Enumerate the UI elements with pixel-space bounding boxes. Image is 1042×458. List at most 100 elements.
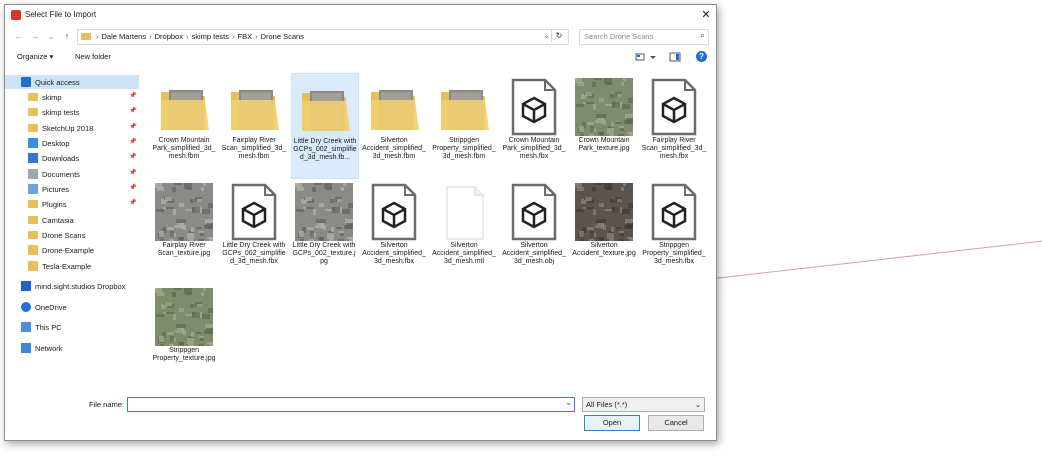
pin-icon: 📌 <box>129 93 137 99</box>
breadcrumb-item[interactable]: FBX <box>237 32 252 41</box>
folder-thumbnail <box>231 90 279 130</box>
cancel-button[interactable]: Cancel <box>648 415 704 431</box>
file-tile[interactable]: Crown Mountain Park_simplified_3d_mesh.f… <box>501 73 567 177</box>
folder-icon <box>28 200 38 208</box>
open-button[interactable]: Open <box>584 415 640 431</box>
folder-thumbnail <box>161 90 209 130</box>
onedrive-icon <box>21 302 31 312</box>
sidebar-item-this-pc[interactable]: This PC <box>5 320 139 334</box>
blank-file-icon <box>446 186 484 240</box>
refresh-icon[interactable]: ↻ <box>551 30 566 42</box>
file-name-input[interactable]: ⌄ <box>127 397 575 412</box>
file-tile[interactable]: Fairplay River Scan_simplified_3d_mesh.f… <box>221 73 287 177</box>
sidebar-item-tesla-example[interactable]: Tesla-Example <box>5 259 139 273</box>
file-tile[interactable]: Fairplay River Scan_texture.jpg <box>151 178 217 282</box>
pin-icon: 📌 <box>129 170 137 176</box>
breadcrumb-item[interactable]: Dropbox <box>155 32 183 41</box>
sidebar-item-camtasia[interactable]: Camtasia <box>5 213 139 227</box>
address-bar[interactable]: › Dale Martens › Dropbox › skimp tests › FBX › Dr… <box>77 29 569 45</box>
sketchup-file-icon <box>28 261 38 271</box>
file-tile[interactable]: Little Dry Creek with GCPs_002_simplifie… <box>291 73 359 179</box>
import-file-dialog: Select File to Import ✕ ← → ⌄ ↑ › Dale Ma… <box>4 4 717 441</box>
file-name: Little Dry Creek with GCPs_002_texture.j… <box>292 242 356 265</box>
file-name: Crown Mountain Park_texture.jpg <box>578 137 630 152</box>
sidebar-item-drone-scans[interactable]: Drone Scans <box>5 228 139 242</box>
up-icon[interactable]: ↑ <box>61 30 73 42</box>
breadcrumb-item[interactable]: skimp tests <box>191 32 229 41</box>
search-box[interactable]: Search Drone Scans ⌕ <box>579 29 709 45</box>
sidebar-item-pictures[interactable]: Pictures 📌 <box>5 182 139 196</box>
file-tile[interactable]: Strippgen Property_simplified_3d_mesh.fb… <box>641 178 707 282</box>
forward-icon[interactable]: → <box>29 30 41 42</box>
folder-icon <box>28 216 38 224</box>
file-tile[interactable]: Fairplay River Scan_simplified_3d_mesh.f… <box>641 73 707 177</box>
model-file-icon <box>651 183 697 241</box>
sidebar-item-documents[interactable]: Documents 📌 <box>5 167 139 181</box>
chevron-down-icon[interactable]: ⌄ <box>543 31 550 40</box>
sidebar-item-label: SketchUp 2018 <box>42 124 94 133</box>
sidebar-item-skimp[interactable]: skimp 📌 <box>5 90 139 104</box>
pin-icon: 📌 <box>129 124 137 130</box>
file-tile[interactable]: Silverton Accident_simplified_3d_mesh.fb… <box>361 178 427 282</box>
file-tile[interactable]: Strippgen Property_simplified_3d_mesh.fb… <box>431 73 497 177</box>
close-button[interactable]: ✕ <box>696 5 716 25</box>
file-tile[interactable]: Crown Mountain Park_simplified_3d_mesh.f… <box>151 73 217 177</box>
chevron-down-icon[interactable]: ⌄ <box>695 400 701 409</box>
file-name: Little Dry Creek with GCPs_002_simplifie… <box>222 242 286 265</box>
chevron-right-icon[interactable]: › <box>255 32 258 41</box>
sidebar-item-label: Drone-Example <box>42 246 95 255</box>
folder-icon <box>81 33 91 40</box>
help-icon[interactable]: ? <box>696 51 707 62</box>
sidebar-item-network[interactable]: Network <box>5 341 139 355</box>
recent-locations-icon[interactable]: ⌄ <box>45 30 57 42</box>
file-name: Fairplay River Scan_simplified_3d_mesh.f… <box>641 137 707 160</box>
file-tile[interactable]: Silverton Accident_texture.jpg <box>571 178 637 282</box>
new-folder-button[interactable]: New folder <box>75 52 111 61</box>
chevron-right-icon[interactable]: › <box>149 32 152 41</box>
folder-icon <box>28 108 38 116</box>
preview-pane-icon[interactable] <box>669 51 681 63</box>
chevron-right-icon[interactable]: › <box>232 32 235 41</box>
file-tile[interactable]: Crown Mountain Park_texture.jpg <box>571 73 637 177</box>
image-thumbnail <box>575 78 633 136</box>
file-name: Silverton Accident_simplified_3d_mesh.ob… <box>502 242 566 265</box>
file-list: Crown Mountain Park_simplified_3d_mesh.f… <box>145 69 715 395</box>
file-tile[interactable]: Silverton Accident_simplified_3d_mesh.fb… <box>361 73 427 177</box>
file-name: Silverton Accident_texture.jpg <box>572 242 636 257</box>
sidebar-item-downloads[interactable]: Downloads 📌 <box>5 151 139 165</box>
image-thumbnail <box>155 183 213 241</box>
pictures-icon <box>28 184 38 194</box>
sidebar-item-mind-sight-studios-dropbox[interactable]: mind.sight.studios Dropbox <box>5 279 139 293</box>
sidebar-item-label: Quick access <box>35 78 80 87</box>
chevron-right-icon[interactable]: › <box>186 32 189 41</box>
file-name-row: File name: ⌄ All Files (*.*) ⌄ <box>5 397 716 415</box>
breadcrumb-item[interactable]: Dale Martens <box>102 32 147 41</box>
change-view-icon[interactable] <box>635 51 657 63</box>
file-name: Silverton Accident_simplified_3d_mesh.mt… <box>432 242 496 265</box>
chevron-right-icon[interactable]: › <box>96 32 99 41</box>
organize-button[interactable]: Organize ▾ <box>17 52 53 61</box>
sidebar-item-quick-access[interactable]: Quick access <box>5 75 139 89</box>
sidebar-item-label: mind.sight.studios Dropbox <box>35 282 126 291</box>
file-tile[interactable]: Strippgen Property_texture.jpg <box>151 283 217 387</box>
navigation-pane: Quick access skimp 📌 skimp tests 📌 SketchUp 2… <box>5 75 139 375</box>
download-icon <box>28 153 38 163</box>
file-type-select[interactable]: All Files (*.*) ⌄ <box>582 397 705 412</box>
file-tile[interactable]: Little Dry Creek with GCPs_002_simplifie… <box>221 178 287 282</box>
file-tile[interactable]: Little Dry Creek with GCPs_002_texture.j… <box>291 178 357 282</box>
back-icon[interactable]: ← <box>13 30 25 42</box>
sidebar-item-sketchup-2018[interactable]: SketchUp 2018 📌 <box>5 121 139 135</box>
pin-icon: 📌 <box>129 139 137 145</box>
file-tile[interactable]: Silverton Accident_simplified_3d_mesh.mt… <box>431 178 497 282</box>
model-file-icon <box>511 183 557 241</box>
file-tile[interactable]: Silverton Accident_simplified_3d_mesh.ob… <box>501 178 567 282</box>
sidebar-item-plugins[interactable]: Plugins 📌 <box>5 197 139 211</box>
sidebar-item-drone-example[interactable]: Drone-Example <box>5 243 139 257</box>
sidebar-item-skimp-tests[interactable]: skimp tests 📌 <box>5 105 139 119</box>
sidebar-item-onedrive[interactable]: OneDrive <box>5 300 139 314</box>
breadcrumb-item[interactable]: Drone Scans <box>261 32 304 41</box>
chevron-down-icon[interactable]: ⌄ <box>565 398 572 407</box>
search-input[interactable]: Search Drone Scans <box>584 32 653 41</box>
documents-icon <box>28 169 38 179</box>
sidebar-item-desktop[interactable]: Desktop 📌 <box>5 136 139 150</box>
